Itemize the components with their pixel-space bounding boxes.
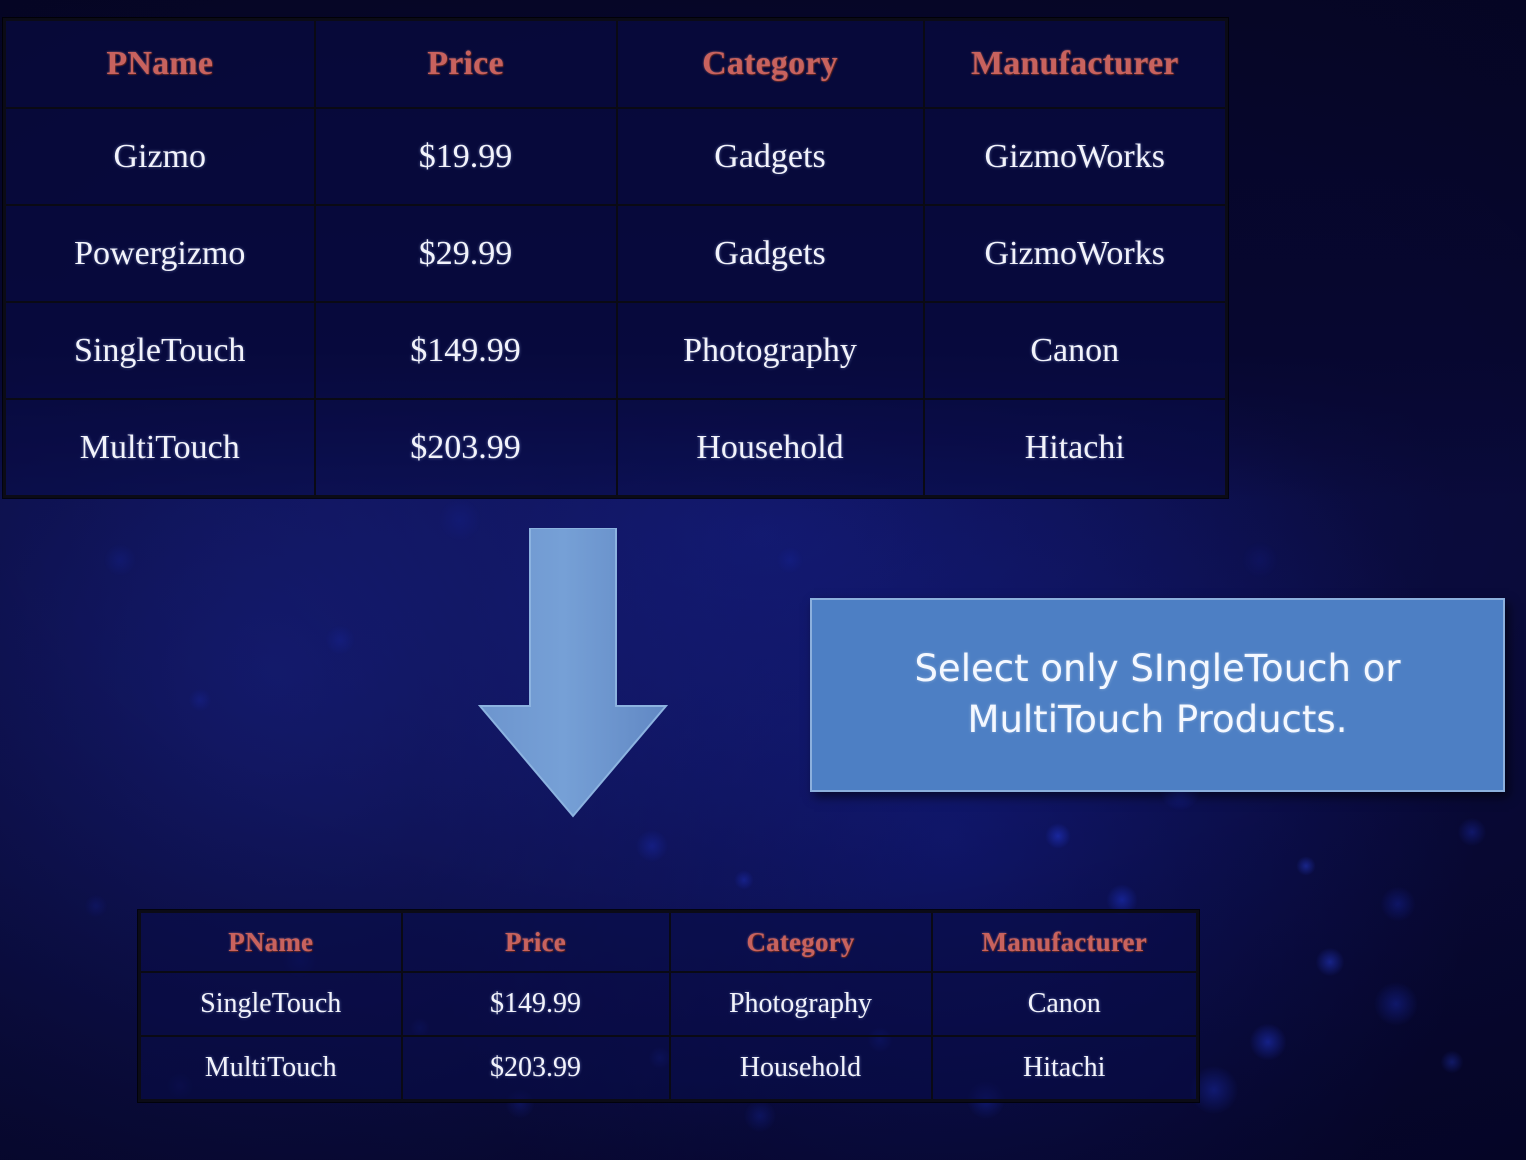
result-cell-manufacturer: Hitachi [930, 1035, 1199, 1102]
result-cell-manufacturer: Canon [930, 971, 1199, 1037]
callout-box: Select only SIngleTouch or MultiTouch Pr… [810, 598, 1505, 792]
result-header-category: Category [668, 910, 933, 973]
result-header-price: Price [400, 910, 671, 973]
source-cell-category: Photography [615, 301, 925, 400]
source-cell-category: Gadgets [615, 204, 925, 303]
result-cell-price: $149.99 [400, 971, 671, 1037]
arrow-down-icon [478, 528, 668, 818]
callout-text: Select only SIngleTouch or MultiTouch Pr… [914, 647, 1401, 741]
slide-canvas: PName Price Category Manufacturer Gizmo … [0, 0, 1526, 1160]
table-header-row: PName Price Category Manufacturer [138, 910, 1199, 973]
source-cell-price: $149.99 [313, 301, 618, 400]
source-cell-category: Household [615, 398, 925, 498]
result-cell-pname: MultiTouch [138, 1035, 403, 1102]
result-header-pname: PName [138, 910, 403, 973]
source-cell-pname: MultiTouch [3, 398, 316, 498]
table-row: SingleTouch $149.99 Photography Canon [3, 301, 1228, 400]
table-row: Powergizmo $29.99 Gadgets GizmoWorks [3, 204, 1228, 303]
source-cell-price: $203.99 [313, 398, 618, 498]
result-cell-category: Photography [668, 971, 933, 1037]
result-table: PName Price Category Manufacturer Single… [138, 910, 1199, 1102]
table-header-row: PName Price Category Manufacturer [3, 18, 1228, 109]
table-row: MultiTouch $203.99 Household Hitachi [3, 398, 1228, 498]
source-cell-pname: Gizmo [3, 107, 316, 206]
result-cell-price: $203.99 [400, 1035, 671, 1102]
result-cell-pname: SingleTouch [138, 971, 403, 1037]
source-cell-price: $19.99 [313, 107, 618, 206]
source-cell-manufacturer: GizmoWorks [922, 204, 1228, 303]
table-row: Gizmo $19.99 Gadgets GizmoWorks [3, 107, 1228, 206]
source-cell-pname: Powergizmo [3, 204, 316, 303]
source-header-manufacturer: Manufacturer [922, 18, 1228, 109]
source-header-category: Category [615, 18, 925, 109]
table-row: MultiTouch $203.99 Household Hitachi [138, 1035, 1199, 1102]
source-cell-manufacturer: Canon [922, 301, 1228, 400]
source-cell-manufacturer: Hitachi [922, 398, 1228, 498]
source-cell-price: $29.99 [313, 204, 618, 303]
source-header-pname: PName [3, 18, 316, 109]
source-table: PName Price Category Manufacturer Gizmo … [3, 18, 1228, 498]
source-cell-pname: SingleTouch [3, 301, 316, 400]
source-header-price: Price [313, 18, 618, 109]
source-cell-category: Gadgets [615, 107, 925, 206]
table-row: SingleTouch $149.99 Photography Canon [138, 971, 1199, 1037]
result-header-manufacturer: Manufacturer [930, 910, 1199, 973]
source-cell-manufacturer: GizmoWorks [922, 107, 1228, 206]
result-cell-category: Household [668, 1035, 933, 1102]
